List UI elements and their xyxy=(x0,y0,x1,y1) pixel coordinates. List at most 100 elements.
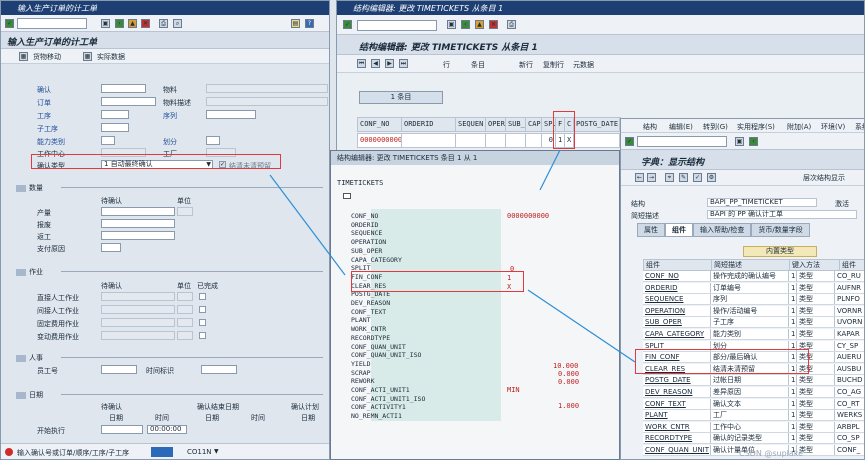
menu-goto[interactable]: 转到(G) xyxy=(703,122,728,132)
mid-command-field[interactable] xyxy=(357,20,437,31)
table-row[interactable]: WORK_CNTR 工作中心 1 类型 ARBPL xyxy=(643,421,864,433)
table-row[interactable]: OPERATION 操作/活动编号 1 类型 VORNR xyxy=(643,305,864,317)
activate-icon[interactable]: ⚙ xyxy=(707,173,716,182)
metadata-button[interactable]: 元数据 xyxy=(573,60,594,70)
save-icon[interactable]: ▣ xyxy=(447,20,456,29)
builtin-type-button[interactable]: 内置类型 xyxy=(743,246,817,257)
capacity-category-field[interactable] xyxy=(101,136,115,145)
suboperation-field[interactable] xyxy=(101,123,129,132)
goods-movement-button[interactable]: 货物移动 xyxy=(33,52,61,62)
help-icon[interactable]: ? xyxy=(305,19,314,28)
display-change-icon[interactable]: ✎ xyxy=(679,173,688,182)
save-icon[interactable]: ▣ xyxy=(735,137,744,146)
operation-field[interactable] xyxy=(101,110,129,119)
val-acti-unit[interactable]: MIN xyxy=(507,386,520,394)
exit-icon[interactable]: ▲ xyxy=(475,20,484,29)
table-row[interactable]: RECORDTYPE 确认的记录类型 1 类型 CO_SP xyxy=(643,433,864,445)
table-row[interactable]: DEV_REASON 差异原因 1 类型 CO_AG xyxy=(643,387,864,398)
table-row[interactable]: ORDERID 订单编号 1 类型 AUFNR xyxy=(643,282,864,294)
val-yield[interactable]: 10.000 xyxy=(553,362,578,370)
table-row[interactable]: POSTG_DATE 过帐日期 1 类型 BUCHD xyxy=(643,375,864,387)
col-sub[interactable]: SUB_ xyxy=(506,118,526,131)
nav-prev-icon[interactable]: ◀ xyxy=(371,59,380,68)
hierarchy-display-button[interactable]: 层次结构显示 xyxy=(803,173,845,183)
col-component-type[interactable]: 组件 xyxy=(840,260,864,270)
check-icon[interactable]: ✓ xyxy=(693,173,702,182)
print-icon[interactable]: ⎙ xyxy=(159,19,168,28)
cell-sequen[interactable] xyxy=(456,134,486,147)
menu-environment[interactable]: 环境(V) xyxy=(821,122,845,132)
act-row-3-done[interactable] xyxy=(199,332,206,339)
where-used-icon[interactable]: ⌖ xyxy=(665,173,674,182)
print-icon[interactable]: ⎙ xyxy=(507,20,516,29)
qty-scrap-field[interactable] xyxy=(101,219,175,228)
cell-oper[interactable] xyxy=(486,134,506,147)
order-field[interactable] xyxy=(101,97,156,106)
cell-conf-no[interactable]: 0000000000 xyxy=(358,134,402,147)
menu-system[interactable]: 系统 xyxy=(855,122,864,132)
qty-reason-field[interactable] xyxy=(101,243,121,252)
tab-input-help[interactable]: 输入帮助/检查 xyxy=(693,223,752,237)
act-row-0-done[interactable] xyxy=(199,293,206,300)
val-activity[interactable]: 1.000 xyxy=(558,402,579,410)
cancel-icon[interactable]: ✕ xyxy=(141,19,150,28)
right-command-field[interactable] xyxy=(637,136,727,147)
cell-postg-date[interactable] xyxy=(574,134,620,147)
employee-field[interactable] xyxy=(101,365,137,374)
chevron-down-icon[interactable]: ▼ xyxy=(214,448,219,455)
start-time-field[interactable]: 00:00:00 xyxy=(147,425,187,434)
col-sequen[interactable]: SEQUEN xyxy=(456,118,486,131)
table-row[interactable]: SEQUENCE 序列 1 类型 PLNFO xyxy=(643,294,864,306)
table-row[interactable]: CONF_TEXT 确认文本 1 类型 CO_RT xyxy=(643,398,864,410)
tab-attributes[interactable]: 属性 xyxy=(637,223,665,237)
menu-edit[interactable]: 编辑(E) xyxy=(669,122,693,132)
entry-button[interactable]: 条目 xyxy=(471,60,485,70)
menu-structure[interactable]: 结构 xyxy=(643,122,657,132)
time-id-field[interactable] xyxy=(201,365,237,374)
col-typing-method[interactable]: 键入方法 xyxy=(790,260,840,270)
col-short-desc[interactable]: 简短描述 xyxy=(712,260,790,270)
col-conf-no[interactable]: CONF_NO xyxy=(358,118,402,131)
col-cap[interactable]: CAP xyxy=(526,118,542,131)
cell-cap[interactable] xyxy=(526,134,542,147)
start-date-field[interactable] xyxy=(101,425,143,434)
back-arrow-icon[interactable]: ← xyxy=(635,173,644,182)
copy-row-button[interactable]: 复制行 xyxy=(543,60,564,70)
exit-icon[interactable]: ▲ xyxy=(128,19,137,28)
ok-icon[interactable]: ✓ xyxy=(5,19,14,28)
sequence-field[interactable] xyxy=(206,110,256,119)
find-icon[interactable]: ⌕ xyxy=(173,19,182,28)
cell-sub[interactable] xyxy=(506,134,526,147)
col-orderid[interactable]: ORDERID xyxy=(402,118,456,131)
qty-yield-field[interactable] xyxy=(101,207,175,216)
confirmation-field[interactable] xyxy=(101,84,146,93)
table-row[interactable]: CONF_NO 操作完成的确认编号 1 类型 CO_RU xyxy=(643,271,864,282)
tab-currency-fields[interactable]: 货币/数量字段 xyxy=(751,223,810,237)
new-row-button[interactable]: 新行 xyxy=(519,60,533,70)
actual-data-icon[interactable]: ▦ xyxy=(83,52,92,61)
ok-icon[interactable]: ✓ xyxy=(625,137,634,146)
table-row[interactable]: PLANT 工厂 1 类型 WERKS xyxy=(643,410,864,422)
act-row-1-done[interactable] xyxy=(199,306,206,313)
table-row[interactable]: SUB_OPER 子工序 1 类型 UVORN xyxy=(643,317,864,329)
ok-icon[interactable]: ✓ xyxy=(343,20,352,29)
menu-utilities[interactable]: 实用程序(S) xyxy=(737,122,775,132)
back-icon[interactable]: ‹ xyxy=(115,19,124,28)
cancel-icon[interactable]: ✕ xyxy=(489,20,498,29)
menu-extras[interactable]: 附加(A) xyxy=(787,122,811,132)
val-conf-no[interactable]: 0000000000 xyxy=(507,212,549,220)
col-oper[interactable]: OPER xyxy=(486,118,506,131)
nav-next-icon[interactable]: ▶ xyxy=(385,59,394,68)
nav-first-icon[interactable]: ⏮ xyxy=(357,59,366,68)
val-scrap[interactable]: 0.000 xyxy=(558,370,579,378)
row-button[interactable]: 行 xyxy=(443,60,450,70)
back-icon[interactable]: ‹ xyxy=(749,137,758,146)
actual-data-button[interactable]: 实际数据 xyxy=(97,52,125,62)
val-rework[interactable]: 0.000 xyxy=(558,378,579,386)
layout-icon[interactable]: ▤ xyxy=(291,19,300,28)
split-field[interactable] xyxy=(206,136,220,145)
col-postg-date[interactable]: POSTG_DATE xyxy=(574,118,620,131)
forward-arrow-icon[interactable]: → xyxy=(647,173,656,182)
act-row-2-done[interactable] xyxy=(199,319,206,326)
cell-orderid[interactable] xyxy=(402,134,456,147)
